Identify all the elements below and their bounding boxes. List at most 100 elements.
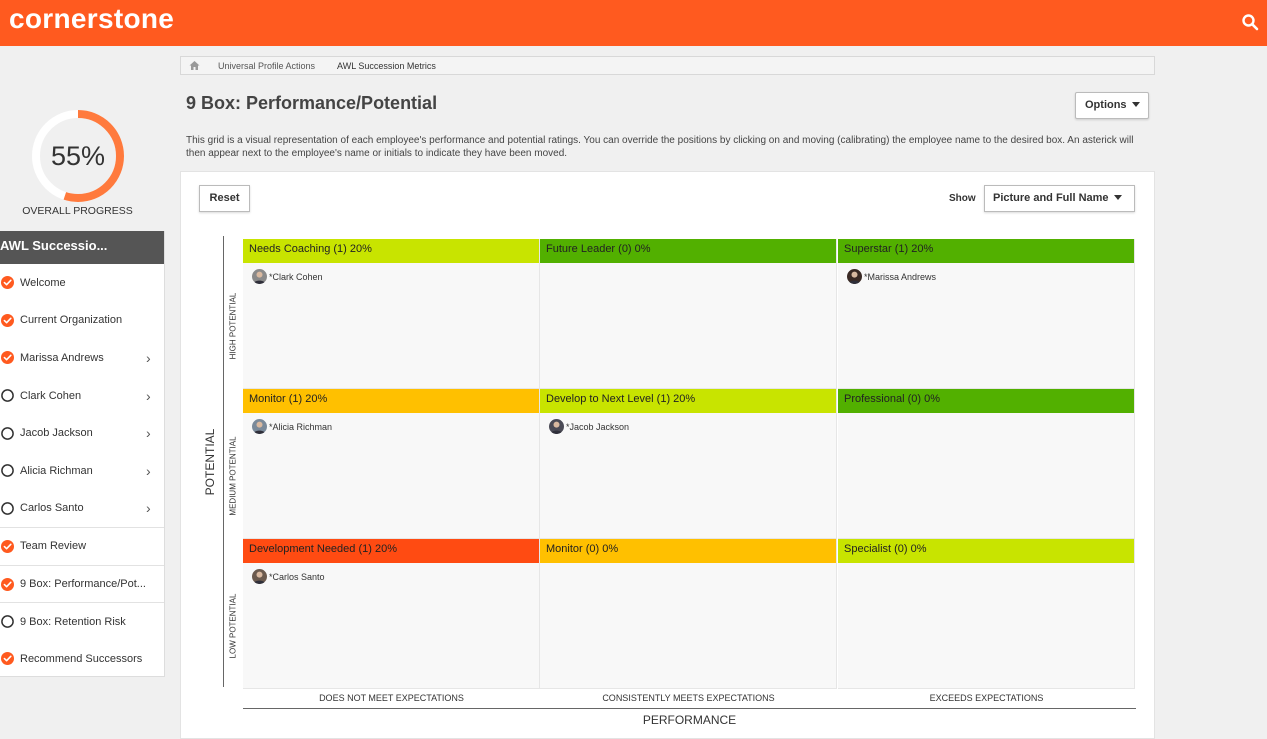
nine-box-cell[interactable]: Development Needed (1) 20% *Carlos Santo: [243, 539, 540, 689]
sidebar-item-label: Carlos Santo: [20, 502, 84, 515]
check-circle-icon: [1, 539, 14, 553]
sidebar-item[interactable]: Jacob Jackson ›: [0, 414, 164, 452]
empty-circle-icon: [1, 464, 14, 478]
column-label-meets: CONSISTENTLY MEETS EXPECTATIONS: [602, 693, 775, 703]
performance-axis-title: PERFORMANCE: [642, 713, 737, 727]
sidebar-item-label: Current Organization: [20, 314, 123, 327]
employee-name: *Clark Cohen: [269, 271, 323, 282]
column-label-exceeds: EXCEEDS EXPECTATIONS: [929, 693, 1044, 703]
sidebar-item[interactable]: Team Review: [0, 527, 164, 565]
nine-box-cell[interactable]: Needs Coaching (1) 20% *Clark Cohen: [243, 239, 540, 389]
sidebar-item-label: Jacob Jackson: [20, 427, 93, 440]
sidebar-item-label: Marissa Andrews: [20, 351, 104, 364]
reset-button[interactable]: Reset: [199, 185, 250, 212]
box-header: Monitor (1) 20%: [243, 389, 539, 413]
nine-box-cell[interactable]: Future Leader (0) 0%: [540, 239, 837, 389]
nine-box-cell[interactable]: Monitor (0) 0%: [540, 539, 837, 689]
employee-name: *Jacob Jackson: [566, 421, 630, 432]
box-header: Specialist (0) 0%: [838, 539, 1134, 563]
sidebar-item[interactable]: Marissa Andrews ›: [0, 339, 164, 377]
avatar: [252, 569, 267, 584]
potential-axis-title: POTENTIAL: [203, 428, 217, 496]
empty-circle-icon: [1, 502, 14, 515]
sidebar-item[interactable]: Current Organization: [0, 302, 164, 340]
box-header: Develop to Next Level (1) 20%: [540, 389, 836, 413]
sidebar-menu-title[interactable]: AWL Successio...: [0, 231, 164, 264]
employee-name: *Marissa Andrews: [864, 271, 937, 282]
chevron-right-icon[interactable]: ›: [146, 500, 156, 516]
sidebar-item-label: Recommend Successors: [20, 652, 143, 665]
box-header: Monitor (0) 0%: [540, 539, 836, 563]
sidebar-item[interactable]: 9 Box: Performance/Pot...: [0, 564, 164, 603]
sidebar-item[interactable]: Alicia Richman ›: [0, 452, 164, 490]
options-button[interactable]: Options: [1075, 92, 1149, 119]
nine-box-cell[interactable]: Superstar (1) 20% *Marissa Andrews: [838, 239, 1135, 389]
breadcrumb: Universal Profile Actions AWL Succession…: [180, 56, 1155, 75]
person-icon: [550, 421, 563, 434]
chevron-right-icon[interactable]: ›: [146, 425, 156, 441]
employee-name: *Alicia Richman: [269, 421, 333, 432]
employee-chip[interactable]: *Alicia Richman: [252, 419, 332, 434]
person-icon: [253, 571, 266, 584]
breadcrumb-awl-succession-metrics: AWL Succession Metrics: [337, 60, 436, 71]
row-label-high: HIGH POTENTIAL: [228, 292, 238, 360]
box-header: Superstar (1) 20%: [838, 239, 1134, 263]
row-label-low: LOW POTENTIAL: [228, 593, 238, 659]
employee-name: *Carlos Santo: [269, 571, 325, 582]
box-header: Future Leader (0) 0%: [540, 239, 836, 263]
person-icon: [848, 271, 861, 284]
avatar: [252, 419, 267, 434]
show-dropdown-value: Picture and Full Name: [993, 192, 1109, 204]
box-header: Professional (0) 0%: [838, 389, 1134, 413]
avatar: [252, 269, 267, 284]
avatar: [549, 419, 564, 434]
caret-down-icon: [1131, 102, 1140, 107]
sidebar-item-label: 9 Box: Performance/Pot...: [20, 578, 146, 591]
employee-chip[interactable]: *Clark Cohen: [252, 269, 323, 284]
nine-box-cell[interactable]: Monitor (1) 20% *Alicia Richman: [243, 389, 540, 539]
check-circle-icon: [1, 351, 14, 365]
chevron-right-icon[interactable]: ›: [146, 463, 156, 479]
sidebar-item-label: Clark Cohen: [20, 389, 82, 402]
empty-circle-icon: [1, 389, 14, 402]
row-label-medium: MEDIUM POTENTIAL: [228, 436, 238, 516]
sidebar-item[interactable]: Recommend Successors: [0, 640, 164, 678]
sidebar-item-label: Welcome: [20, 276, 66, 289]
person-icon: [253, 421, 266, 434]
nine-box-cell[interactable]: Professional (0) 0%: [838, 389, 1135, 539]
top-bar: cornerstone: [0, 0, 1267, 46]
show-dropdown[interactable]: Picture and Full Name: [984, 185, 1135, 212]
home-icon[interactable]: [189, 60, 200, 71]
sidebar-item-label: Team Review: [20, 540, 87, 553]
sidebar-item[interactable]: Carlos Santo ›: [0, 490, 164, 528]
chevron-right-icon[interactable]: ›: [146, 350, 156, 366]
chevron-right-icon[interactable]: ›: [146, 388, 156, 404]
sidebar-item[interactable]: Clark Cohen ›: [0, 377, 164, 415]
sidebar-menu: AWL Successio... Welcome Current Organiza…: [0, 231, 165, 677]
check-circle-icon: [1, 276, 14, 290]
nine-box-cell[interactable]: Specialist (0) 0%: [838, 539, 1135, 689]
empty-circle-icon: [1, 426, 14, 440]
box-header: Development Needed (1) 20%: [243, 539, 539, 563]
caret-down-icon: [1113, 195, 1122, 200]
sidebar-item[interactable]: Welcome: [0, 264, 164, 302]
box-header: Needs Coaching (1) 20%: [243, 239, 539, 263]
progress-label: OVERALL PROGRESS: [22, 205, 133, 217]
employee-chip[interactable]: *Carlos Santo: [252, 569, 325, 584]
nine-box-cell[interactable]: Develop to Next Level (1) 20% *Jacob Jack…: [540, 389, 837, 539]
options-button-label: Options: [1085, 99, 1127, 111]
column-label-does-not-meet: DOES NOT MEET EXPECTATIONS: [319, 693, 464, 703]
breadcrumb-universal-profile-actions[interactable]: Universal Profile Actions: [218, 61, 315, 71]
search-icon[interactable]: [1241, 13, 1259, 31]
employee-chip[interactable]: *Jacob Jackson: [549, 419, 629, 434]
sidebar-item-label: 9 Box: Retention Risk: [20, 615, 126, 628]
cornerstone-logo[interactable]: cornerstone: [9, 3, 174, 35]
show-label: Show: [949, 193, 976, 204]
check-circle-icon: [1, 652, 14, 666]
page-title: 9 Box: Performance/Potential: [186, 93, 438, 113]
employee-chip[interactable]: *Marissa Andrews: [847, 269, 936, 284]
sidebar-item[interactable]: 9 Box: Retention Risk: [0, 602, 164, 640]
empty-circle-icon: [1, 615, 14, 628]
check-circle-icon: [1, 577, 14, 591]
person-icon: [253, 271, 266, 284]
